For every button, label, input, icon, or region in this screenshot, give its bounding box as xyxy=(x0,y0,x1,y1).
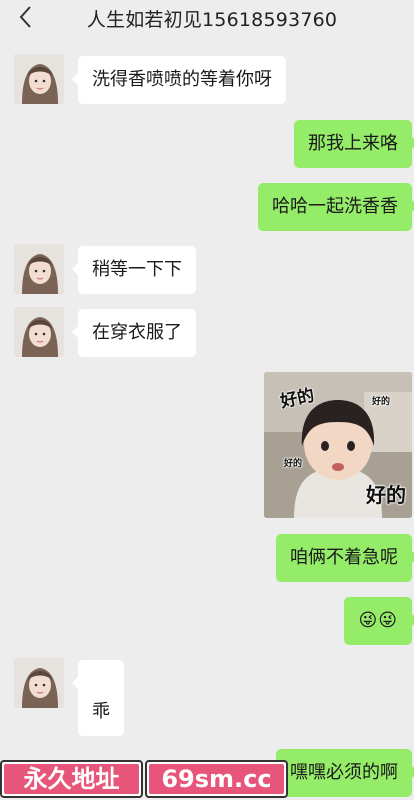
sticker-caption-bottom: 好的 xyxy=(366,483,406,507)
watermark-domain-button[interactable]: 69sm.cc xyxy=(145,760,288,798)
sticker-caption-small: 好的 xyxy=(371,397,390,407)
chat-screen: 人生如若初见15618593760 洗得香喷喷的等着你呀 那我上来咯 哈哈一起洗… xyxy=(0,0,414,800)
watermark-address-button[interactable]: 永久地址 xyxy=(0,760,143,798)
avatar[interactable] xyxy=(14,658,64,708)
avatar-image xyxy=(14,658,64,708)
sticker-caption-small: 好的 xyxy=(284,459,303,469)
message-bubble-incoming[interactable]: 乖 xyxy=(72,660,124,736)
message-bubble-outgoing[interactable]: 那我上来咯 xyxy=(294,120,414,168)
avatar[interactable] xyxy=(14,54,64,104)
avatar[interactable] xyxy=(14,244,64,294)
chat-header: 人生如若初见15618593760 xyxy=(0,0,414,36)
chat-title: 人生如若初见15618593760 xyxy=(86,9,338,31)
message-bubble-outgoing[interactable]: 嘿嘿必须的啊 xyxy=(276,749,414,797)
avatar-image xyxy=(14,307,64,357)
message-bubble-outgoing[interactable]: 咱俩不着急呢 xyxy=(276,534,414,582)
message-bubble-incoming[interactable]: 洗得香喷喷的等着你呀 xyxy=(72,56,286,104)
message-bubble-incoming[interactable]: 在穿衣服了 xyxy=(72,309,196,357)
message-bubble-outgoing[interactable]: 哈哈一起洗香香 xyxy=(258,183,414,231)
sticker-message[interactable]: 好的 好的 好的 好的 xyxy=(264,372,412,518)
message-bubble-outgoing[interactable]: 😜😜 xyxy=(344,597,414,645)
message-bubble-incoming[interactable]: 稍等一下下 xyxy=(72,246,196,294)
avatar-image xyxy=(14,54,64,104)
avatar-image xyxy=(14,244,64,294)
avatar[interactable] xyxy=(14,307,64,357)
